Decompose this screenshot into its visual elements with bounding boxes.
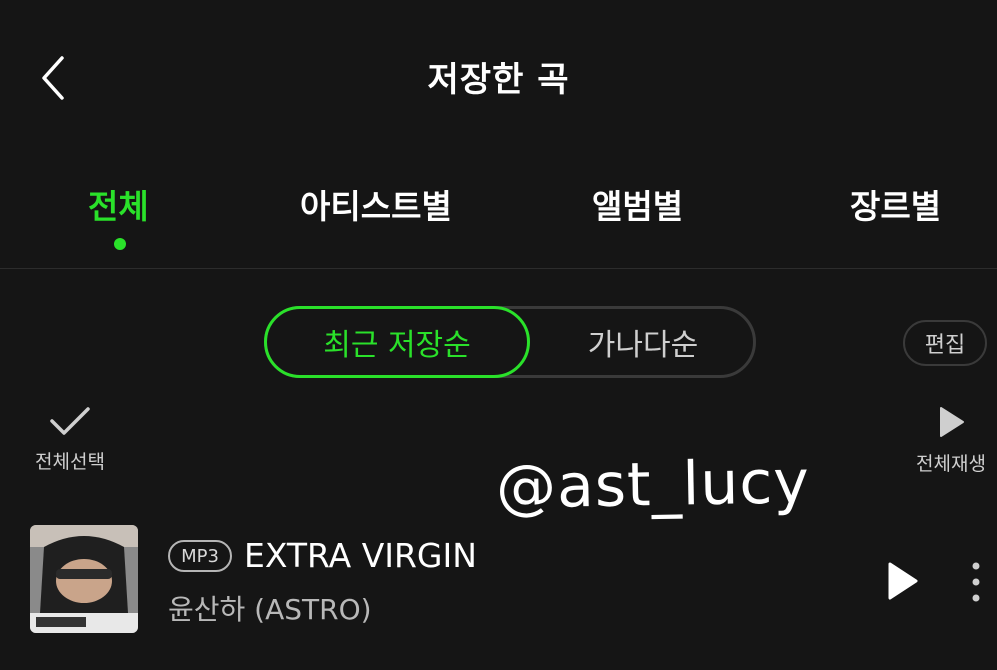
play-all-button[interactable]: 전체재생 xyxy=(905,405,997,477)
select-all-button[interactable]: 전체선택 xyxy=(20,405,120,477)
watermark-text: @ast_lucy xyxy=(495,447,811,523)
divider xyxy=(0,268,997,269)
tab-by-album[interactable]: 앨범별 xyxy=(592,180,683,228)
page-title: 저장한 곡 xyxy=(427,60,570,100)
select-all-label: 전체선택 xyxy=(35,451,105,473)
song-play-button[interactable] xyxy=(884,560,920,602)
song-title[interactable]: EXTRA VIRGIN xyxy=(244,536,477,575)
active-tab-indicator xyxy=(114,238,126,250)
edit-button[interactable]: 편집 xyxy=(903,320,987,366)
song-artist[interactable]: 윤산하 (ASTRO) xyxy=(168,588,372,628)
play-icon xyxy=(940,407,964,437)
song-more-button[interactable] xyxy=(966,560,986,604)
mp3-badge: MP3 xyxy=(168,540,232,572)
tab-by-genre[interactable]: 장르별 xyxy=(850,180,941,228)
sort-alphabetical-button[interactable]: 가나다순 xyxy=(530,306,756,378)
more-vertical-icon xyxy=(972,562,980,602)
check-icon xyxy=(50,407,90,435)
tab-all[interactable]: 전체 xyxy=(88,180,149,228)
play-icon xyxy=(888,562,918,600)
tab-by-artist[interactable]: 아티스트별 xyxy=(300,180,452,228)
play-all-label: 전체재생 xyxy=(916,453,986,475)
album-cover[interactable] xyxy=(30,525,138,633)
tab-bar: 전체 아티스트별 앨범별 장르별 xyxy=(0,180,997,250)
sort-recent-button[interactable]: 최근 저장순 xyxy=(264,306,530,378)
album-art-image xyxy=(30,525,138,633)
